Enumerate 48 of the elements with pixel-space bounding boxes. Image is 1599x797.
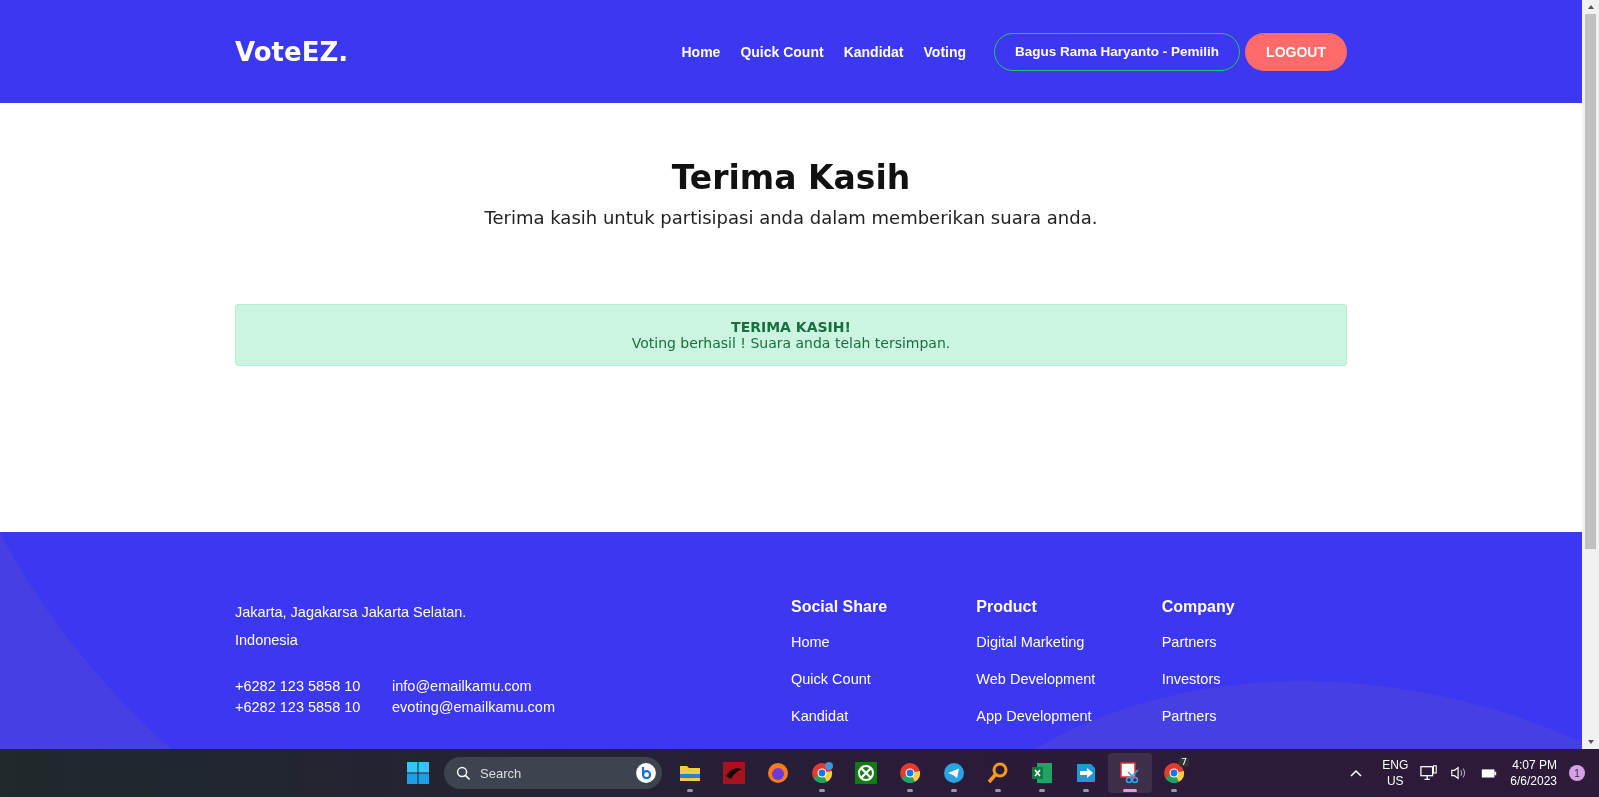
footer-link[interactable]: Investors — [1161, 671, 1347, 708]
browser-icon — [898, 761, 922, 785]
address-text: Indonesia — [235, 632, 299, 650]
search-icon — [456, 766, 471, 781]
page-title: Terima Kasih — [670, 158, 912, 197]
count-badge: 7 — [1179, 757, 1189, 767]
language-indicator[interactable]: ENG US — [1382, 757, 1409, 789]
arrow-icon — [1074, 761, 1098, 785]
email-text: evoting@emailkamu.com — [392, 699, 555, 715]
footer-link[interactable]: Partners — [1161, 708, 1347, 745]
page-subtitle: Terima kasih untuk partisipasi anda dalam memberikan suara anda. — [483, 207, 1099, 228]
email-text: info@emailkamu.com — [392, 678, 532, 694]
nav-link[interactable]: Kandidat — [843, 43, 904, 60]
browser-icon — [810, 761, 834, 785]
spreadsheet-icon — [1030, 761, 1054, 785]
alert-title: TERIMA KASIH! — [731, 319, 851, 335]
footer-link[interactable]: Digital Marketing — [976, 634, 1162, 671]
footer-link[interactable]: App Development — [976, 708, 1162, 745]
footer-heading: Social Share — [791, 598, 889, 616]
nav-link[interactable]: Home — [681, 43, 721, 60]
footer-link[interactable]: Web Development — [976, 671, 1162, 708]
phone-text: +6282 123 5858 10 — [235, 678, 362, 694]
footer-link[interactable]: Partners — [1161, 634, 1347, 671]
notification-badge[interactable]: 1 — [1569, 765, 1585, 781]
nav-link[interactable]: Voting — [923, 43, 967, 60]
magnifier-icon — [986, 761, 1010, 785]
brand-logo[interactable]: VoteEZ. — [235, 36, 682, 67]
footer-heading: Company — [1161, 598, 1236, 616]
phone-text: +6282 123 5858 10 — [235, 699, 362, 715]
dragon-icon — [722, 761, 746, 785]
paper-plane-icon — [942, 761, 966, 785]
address-text: Jakarta, Jagakarsa Jakarta Selatan. — [235, 604, 468, 622]
footer-link[interactable]: Quick Count — [791, 671, 977, 708]
footer-link[interactable]: Kandidat — [791, 708, 977, 745]
footer-link[interactable]: Home — [791, 634, 977, 671]
x-logo-icon — [854, 761, 878, 785]
nav-link[interactable]: Quick Count — [740, 43, 824, 60]
clock[interactable]: 4:07 PM 6/6/2023 — [1510, 757, 1557, 789]
search-field[interactable]: Search — [444, 757, 662, 789]
taskbar-app[interactable] — [1108, 753, 1152, 793]
taskbar-app[interactable]: 7 — [1152, 753, 1196, 793]
alert-message: Voting berhasil ! Suara anda telah tersimpan. — [631, 335, 951, 351]
footer-heading: Product — [976, 598, 1038, 616]
monitor-icon[interactable] — [1420, 764, 1439, 782]
caret-icon[interactable] — [1350, 769, 1363, 777]
scrollbar[interactable] — [1582, 0, 1599, 749]
scissors-icon — [1118, 761, 1142, 785]
windows-start-icon[interactable] — [406, 761, 430, 785]
